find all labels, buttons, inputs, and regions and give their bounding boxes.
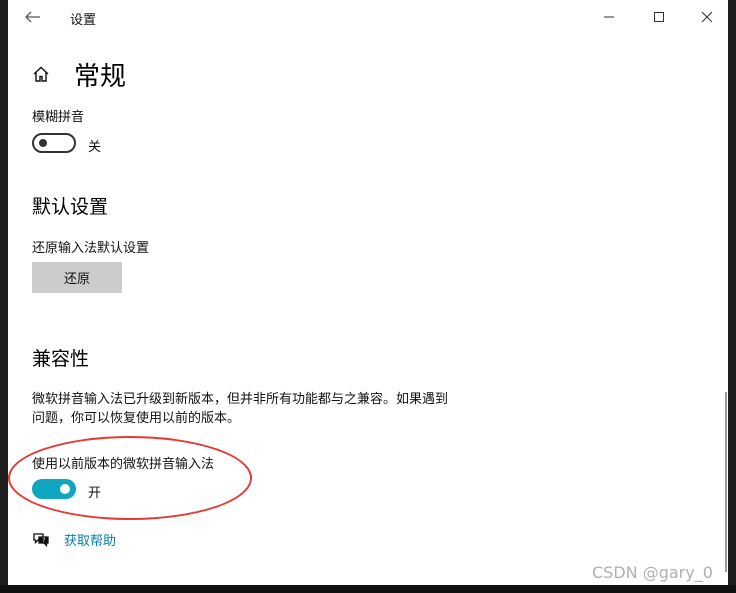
maximize-icon	[654, 12, 664, 22]
reset-label: 还原输入法默认设置	[32, 241, 150, 256]
fuzzy-pinyin-toggle[interactable]	[32, 133, 76, 153]
get-help-link[interactable]: 获取帮助	[64, 530, 116, 549]
chat-help-icon: ?	[32, 531, 50, 549]
default-settings-title: 默认设置	[32, 196, 109, 218]
title-bar: 设置	[8, 0, 728, 34]
window-title: 设置	[70, 13, 97, 28]
back-button[interactable]	[22, 6, 44, 28]
page-header: 常规	[32, 56, 126, 92]
taskbar-strip	[0, 585, 736, 593]
help-row[interactable]: ? 获取帮助	[32, 530, 116, 549]
settings-window: 设置 常规 模糊拼音 关 默认设置 还原输入法默认设置 还原 兼容性 微软拼音输…	[8, 0, 728, 585]
compatibility-title: 兼容性	[32, 348, 90, 370]
fuzzy-pinyin-label: 模糊拼音	[32, 110, 85, 125]
reset-button[interactable]: 还原	[32, 262, 122, 293]
minimize-button[interactable]	[594, 4, 624, 30]
scrollbar[interactable]	[725, 392, 727, 572]
watermark: CSDN @gary_0	[592, 563, 713, 582]
svg-text:?: ?	[42, 537, 45, 544]
description-line-2: 问题，你可以恢复使用以前的版本。	[32, 411, 241, 426]
toggle-knob	[39, 139, 47, 147]
home-button[interactable]	[32, 64, 52, 84]
close-button[interactable]	[692, 4, 722, 30]
compatibility-description: 微软拼音输入法已升级到新版本，但并非所有功能都与之兼容。如果遇到 问题，你可以恢…	[32, 390, 502, 428]
minimize-icon	[604, 16, 614, 18]
close-icon	[701, 11, 713, 23]
fuzzy-pinyin-state: 关	[88, 140, 102, 155]
annotation-ellipse	[8, 436, 252, 520]
page-title: 常规	[74, 61, 127, 92]
maximize-button[interactable]	[644, 4, 674, 30]
home-icon	[33, 66, 49, 82]
arrow-left-icon	[25, 11, 40, 23]
description-line-1: 微软拼音输入法已升级到新版本，但并非所有功能都与之兼容。如果遇到	[32, 392, 449, 407]
